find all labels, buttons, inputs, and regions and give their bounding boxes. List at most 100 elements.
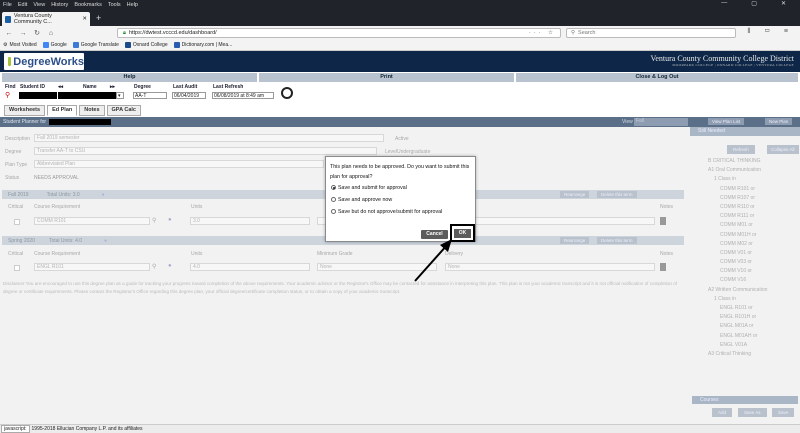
home-icon[interactable]: ⌂ — [46, 30, 56, 37]
units-field[interactable]: 4.0 — [190, 263, 310, 271]
option-no-submit[interactable]: Save but do not approve/submit for appro… — [331, 209, 442, 215]
save-as-button[interactable]: Save As — [738, 408, 767, 417]
refresh-button[interactable]: Refresh — [727, 145, 755, 154]
collapse-all-button[interactable]: Collapse All — [767, 145, 799, 154]
url-bar[interactable]: 🔒︎ https://dwtest.vcccd.edu/dashboard/ ·… — [117, 28, 561, 38]
note-icon[interactable] — [660, 263, 666, 271]
menu-view[interactable]: View — [33, 2, 45, 8]
back-icon[interactable]: ← — [4, 30, 14, 37]
list-item[interactable]: COMM R111 or — [694, 212, 790, 221]
list-item[interactable]: COMM R101 or — [694, 185, 790, 194]
add-button[interactable]: Add — [712, 408, 733, 417]
radio-selected-icon[interactable] — [331, 185, 336, 191]
menu-file[interactable]: File — [3, 2, 12, 8]
page-actions-icon[interactable]: ··· ☆ — [529, 30, 556, 36]
courses-header[interactable]: Courses — [692, 396, 798, 404]
save-button[interactable]: Save — [772, 408, 795, 417]
degree-field[interactable]: Transfer AA-T to CSU — [34, 147, 377, 155]
list-item[interactable]: B CRITICAL THINKING — [694, 157, 790, 166]
tab-close-icon[interactable]: ✕ — [82, 16, 87, 22]
info-icon[interactable]: ● — [102, 192, 105, 198]
list-item[interactable]: COMM M02 or — [694, 240, 790, 249]
critical-checkbox[interactable] — [14, 219, 20, 225]
maximize-button[interactable]: ▢ — [751, 0, 757, 7]
menu-history[interactable]: History — [51, 2, 68, 8]
menu-edit[interactable]: Edit — [18, 2, 27, 8]
info-icon[interactable]: ● — [104, 238, 107, 244]
delete-term-button[interactable]: Delete this term — [597, 237, 637, 244]
tab-ed-plan[interactable]: Ed Plan — [47, 105, 78, 116]
degree-select[interactable]: AA-T — [133, 92, 167, 99]
search-course-icon[interactable]: ⚲ — [152, 217, 156, 224]
list-item[interactable]: ENGL M01AH or — [694, 332, 790, 341]
option-approve[interactable]: Save and approve now — [331, 197, 392, 203]
student-name-field[interactable] — [58, 92, 116, 99]
list-item[interactable]: COMM R110 or — [694, 203, 790, 212]
browser-tab[interactable]: Ventura County Community C... ✕ — [2, 12, 90, 26]
list-item[interactable]: COMM V03 or — [694, 258, 790, 267]
course-field[interactable]: COMM R101 — [34, 217, 150, 225]
help-button[interactable]: Help — [2, 73, 257, 82]
ok-button[interactable]: OK — [454, 229, 471, 238]
logout-button[interactable]: Close & Log Out — [516, 73, 798, 82]
list-item[interactable]: A3 Critical Thinking — [694, 350, 790, 356]
delivery-select[interactable] — [445, 217, 655, 225]
list-item[interactable]: COMM V01 or — [694, 249, 790, 258]
plan-type-field[interactable]: Abbreviated Plan — [34, 160, 324, 168]
option-submit[interactable]: Save and submit for approval — [331, 185, 407, 191]
list-item[interactable]: COMM R107 or — [694, 194, 790, 203]
radio-icon[interactable] — [331, 197, 336, 203]
tab-gpa-calc[interactable]: GPA Calc — [106, 105, 141, 116]
description-field[interactable]: Fall 2019 semester — [34, 134, 384, 142]
student-id-field[interactable] — [19, 92, 57, 99]
menu-bookmarks[interactable]: Bookmarks — [74, 2, 102, 8]
list-item[interactable]: A2 Written Communication — [694, 286, 790, 295]
search-course-icon[interactable]: ⚲ — [152, 263, 156, 270]
list-item[interactable]: ENGL V01A — [694, 341, 790, 350]
rearrange-button[interactable]: Rearrange — [560, 237, 590, 244]
minimize-button[interactable]: — — [721, 0, 727, 7]
list-item[interactable]: A1 Oral Communication — [694, 166, 790, 175]
list-item[interactable]: ENGL R101H or — [694, 313, 790, 322]
delete-term-button[interactable]: Delete this term — [597, 191, 637, 198]
next-student-icon[interactable]: ▸▸ — [110, 84, 115, 90]
menu-help[interactable]: Help — [127, 2, 138, 8]
reload-icon[interactable]: ↻ — [32, 29, 42, 37]
prev-student-icon[interactable]: ◂◂ — [58, 84, 63, 90]
search-input[interactable]: ⚲ Search — [566, 28, 736, 38]
tab-notes[interactable]: Notes — [79, 105, 105, 116]
info-icon[interactable]: ● — [168, 217, 172, 223]
units-field[interactable]: 3.0 — [190, 217, 310, 225]
note-icon[interactable] — [660, 217, 666, 225]
rearrange-button[interactable]: Rearrange — [560, 191, 590, 198]
bookmark-most-visited[interactable]: ⚙ Most Visited — [3, 42, 37, 48]
view-plan-list-button[interactable]: View Plan List — [708, 118, 745, 125]
bookmark-oxnard[interactable]: Oxnard College — [124, 42, 168, 48]
bookmark-google[interactable]: Google — [42, 42, 67, 48]
list-item[interactable]: ENGL M01A or — [694, 322, 790, 331]
new-tab-icon[interactable]: + — [96, 13, 101, 23]
find-icon[interactable]: ⚲ — [5, 91, 10, 99]
view-select[interactable]: Fall — [634, 118, 688, 126]
course-field[interactable]: ENGL R101 — [34, 263, 150, 271]
forward-icon[interactable]: → — [18, 30, 28, 37]
info-icon[interactable]: ● — [168, 263, 172, 269]
list-item[interactable]: COMM V10 or — [694, 267, 790, 276]
bookmark-dictionary[interactable]: Dictionary.com | Mea... — [173, 42, 232, 48]
menu-tools[interactable]: Tools — [108, 2, 121, 8]
bookmark-google-translate[interactable]: Google Translate — [72, 42, 119, 48]
list-item[interactable]: ENGL R101 or — [694, 304, 790, 313]
name-dropdown-icon[interactable]: ▾ — [116, 92, 124, 99]
library-icon[interactable]: ⫴ ▭ ≡ — [747, 28, 794, 36]
window-close-button[interactable]: ✕ — [781, 0, 786, 7]
list-item[interactable]: COMM M01 or — [694, 221, 790, 230]
tab-worksheets[interactable]: Worksheets — [4, 105, 46, 116]
process-icon[interactable] — [281, 87, 293, 99]
print-button[interactable]: Print — [259, 73, 514, 82]
list-item[interactable]: COMM V16 — [694, 276, 790, 285]
critical-checkbox[interactable] — [14, 265, 20, 271]
list-item[interactable]: COMM M01H or — [694, 231, 790, 240]
radio-icon[interactable] — [331, 209, 336, 215]
new-plan-button[interactable]: New Plan — [765, 118, 793, 125]
delivery-select[interactable]: None — [445, 263, 655, 271]
